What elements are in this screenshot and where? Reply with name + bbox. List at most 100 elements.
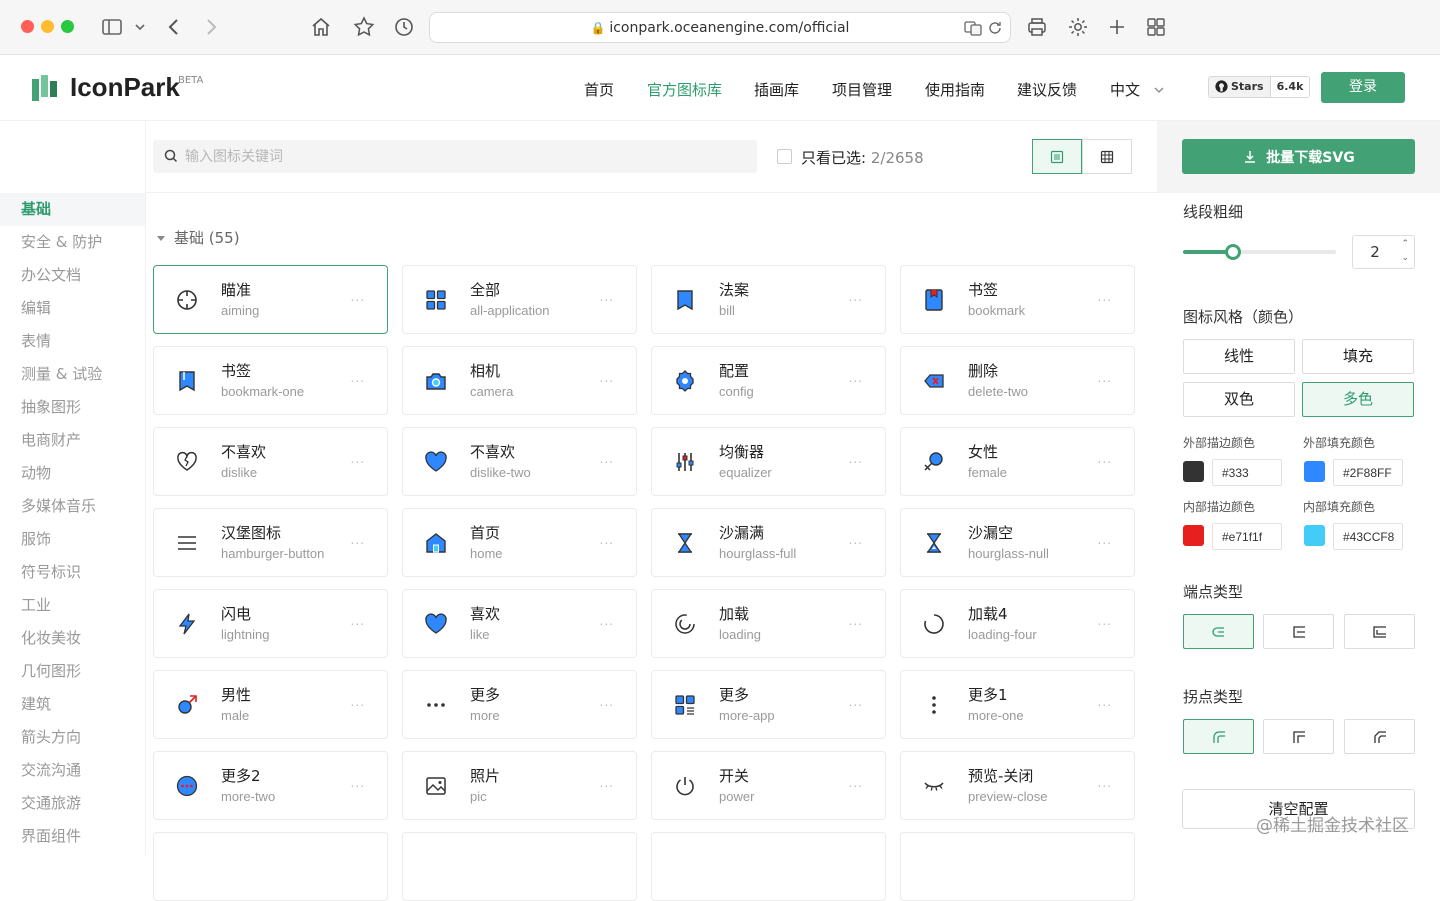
- card-more-icon[interactable]: ...: [351, 776, 365, 790]
- logo[interactable]: IconPark: [32, 72, 180, 103]
- card-more-icon[interactable]: ...: [849, 290, 863, 304]
- sidebar-category-item[interactable]: 电商财产: [0, 424, 145, 457]
- github-stars[interactable]: Stars 6.4k: [1208, 76, 1311, 98]
- card-more-icon[interactable]: ...: [849, 452, 863, 466]
- sidebar-category-item[interactable]: 安全 & 防护: [0, 226, 145, 259]
- card-more-icon[interactable]: ...: [351, 695, 365, 709]
- icon-card[interactable]: 全部 all-application...: [402, 265, 637, 334]
- linecap-square-button[interactable]: [1344, 614, 1415, 649]
- chevron-down-icon[interactable]: [128, 15, 152, 39]
- icon-card[interactable]: 更多 more...: [402, 670, 637, 739]
- sidebar-toggle-icon[interactable]: [100, 15, 124, 39]
- linejoin-bevel-button[interactable]: [1344, 719, 1415, 754]
- linejoin-miter-button[interactable]: [1263, 719, 1334, 754]
- card-more-icon[interactable]: ...: [351, 452, 365, 466]
- icon-card[interactable]: 更多2 more-two...: [153, 751, 388, 820]
- sidebar-category-item[interactable]: 化妆美妆: [0, 622, 145, 655]
- linejoin-round-button[interactable]: [1183, 719, 1254, 754]
- card-more-icon[interactable]: ...: [849, 614, 863, 628]
- style-two-tone-button[interactable]: 双色: [1183, 382, 1295, 417]
- card-more-icon[interactable]: ...: [1098, 290, 1112, 304]
- grid-view-button[interactable]: [1082, 139, 1132, 174]
- outer-stroke-color-swatch[interactable]: [1183, 461, 1204, 482]
- linecap-round-button[interactable]: [1183, 614, 1254, 649]
- nav-feedback[interactable]: 建议反馈: [1017, 79, 1077, 100]
- card-more-icon[interactable]: ...: [600, 533, 614, 547]
- icon-card[interactable]: 闪电 lightning...: [153, 589, 388, 658]
- selected-only-checkbox[interactable]: [777, 149, 792, 164]
- inner-stroke-color-swatch[interactable]: [1183, 525, 1204, 546]
- icon-card[interactable]: 照片 pic...: [402, 751, 637, 820]
- icon-card[interactable]: 更多 more-app...: [651, 670, 886, 739]
- sidebar-category-item[interactable]: 抽象图形: [0, 391, 145, 424]
- card-more-icon[interactable]: ...: [849, 695, 863, 709]
- sidebar-category-item[interactable]: 交通旅游: [0, 787, 145, 820]
- login-button[interactable]: 登录: [1321, 72, 1405, 103]
- card-more-icon[interactable]: ...: [600, 452, 614, 466]
- search-input[interactable]: [185, 140, 745, 173]
- icon-card[interactable]: 删除 delete-two...: [900, 346, 1135, 415]
- icon-card[interactable]: 书签 bookmark...: [900, 265, 1135, 334]
- card-more-icon[interactable]: ...: [600, 776, 614, 790]
- icon-card[interactable]: 不喜欢 dislike...: [153, 427, 388, 496]
- stroke-width-slider[interactable]: [1183, 244, 1336, 260]
- stroke-width-stepper[interactable]: ⌃ ⌄: [1352, 235, 1415, 269]
- card-more-icon[interactable]: ...: [849, 776, 863, 790]
- address-bar[interactable]: 🔒 iconpark.oceanengine.com/official: [429, 12, 1011, 43]
- back-icon[interactable]: [162, 15, 186, 39]
- sidebar-category-item[interactable]: 服饰: [0, 523, 145, 556]
- icon-card[interactable]: 男性 male...: [153, 670, 388, 739]
- card-more-icon[interactable]: ...: [1098, 614, 1112, 628]
- icon-card-partial[interactable]: [402, 832, 637, 901]
- translate-icon[interactable]: [964, 19, 982, 37]
- sidebar-category-item[interactable]: 办公文档: [0, 259, 145, 292]
- sidebar-category-item[interactable]: 建筑: [0, 688, 145, 721]
- icon-card[interactable]: 沙漏满 hourglass-full...: [651, 508, 886, 577]
- card-more-icon[interactable]: ...: [600, 695, 614, 709]
- forward-icon[interactable]: [199, 15, 223, 39]
- outer-fill-color-input[interactable]: #2F88FF: [1333, 459, 1403, 486]
- inner-fill-color-input[interactable]: #43CCF8: [1333, 523, 1403, 550]
- sidebar-category-item[interactable]: 符号标识: [0, 556, 145, 589]
- outer-stroke-color-input[interactable]: #333: [1212, 459, 1282, 486]
- language-select[interactable]: 中文: [1110, 79, 1164, 100]
- sidebar-category-item[interactable]: 多媒体音乐: [0, 490, 145, 523]
- icon-card[interactable]: 预览-关闭 preview-close...: [900, 751, 1135, 820]
- style-filled-button[interactable]: 填充: [1302, 339, 1414, 374]
- icon-card[interactable]: 配置 config...: [651, 346, 886, 415]
- icon-card[interactable]: 汉堡图标 hamburger-button...: [153, 508, 388, 577]
- history-icon[interactable]: [392, 15, 416, 39]
- style-multi-color-button[interactable]: 多色: [1302, 382, 1414, 417]
- card-more-icon[interactable]: ...: [600, 290, 614, 304]
- nav-projects[interactable]: 项目管理: [832, 79, 892, 100]
- sidebar-category-item[interactable]: 基础: [0, 193, 145, 226]
- section-header[interactable]: 基础 (55): [156, 227, 240, 248]
- sidebar-category-item[interactable]: 箭头方向: [0, 721, 145, 754]
- card-more-icon[interactable]: ...: [1098, 695, 1112, 709]
- sidebar-category-item[interactable]: 界面组件: [0, 820, 145, 853]
- icon-card[interactable]: 瞄准 aiming...: [153, 265, 388, 334]
- minimize-window-button[interactable]: [41, 20, 54, 33]
- card-more-icon[interactable]: ...: [1098, 776, 1112, 790]
- home-browser-icon[interactable]: [309, 15, 333, 39]
- sidebar-category-item[interactable]: 测量 & 试验: [0, 358, 145, 391]
- new-tab-icon[interactable]: [1105, 15, 1129, 39]
- batch-download-button[interactable]: 批量下载SVG: [1182, 139, 1415, 174]
- nav-illustrations[interactable]: 插画库: [754, 79, 799, 100]
- card-more-icon[interactable]: ...: [849, 371, 863, 385]
- star-icon[interactable]: [352, 15, 376, 39]
- search-box[interactable]: [153, 140, 757, 173]
- icon-card[interactable]: 均衡器 equalizer...: [651, 427, 886, 496]
- list-view-button[interactable]: [1032, 139, 1082, 174]
- sidebar-category-item[interactable]: 表情: [0, 325, 145, 358]
- nav-home[interactable]: 首页: [584, 79, 614, 100]
- decrement-icon[interactable]: ⌄: [1401, 253, 1409, 263]
- settings-gear-icon[interactable]: [1066, 15, 1090, 39]
- icon-card[interactable]: 更多1 more-one...: [900, 670, 1135, 739]
- icon-card[interactable]: 法案 bill...: [651, 265, 886, 334]
- style-outline-button[interactable]: 线性: [1183, 339, 1295, 374]
- inner-stroke-color-input[interactable]: #e71f1f: [1212, 523, 1282, 550]
- icon-card[interactable]: 加载4 loading-four...: [900, 589, 1135, 658]
- selected-only-label[interactable]: 只看已选: 2/2658: [801, 147, 924, 168]
- icon-card-partial[interactable]: [153, 832, 388, 901]
